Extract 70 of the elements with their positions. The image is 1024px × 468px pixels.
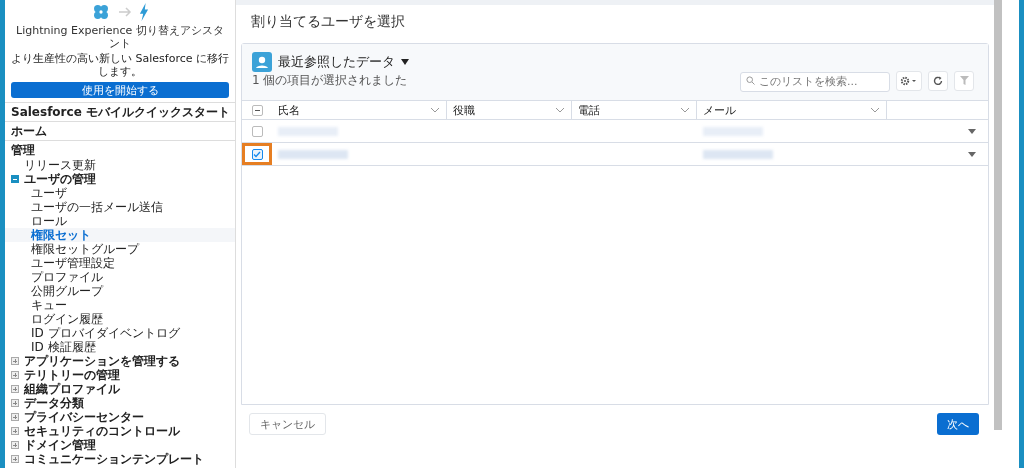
tree-child-item[interactable]: プロファイル [5, 270, 235, 284]
filter-button[interactable] [954, 70, 974, 91]
filter-icon [959, 76, 969, 86]
tree-child-item[interactable]: 公開グループ [5, 284, 235, 298]
refresh-button[interactable] [928, 70, 948, 91]
tree-item[interactable]: コミュニケーションテンプレート [24, 452, 204, 466]
cancel-button[interactable]: キャンセル [249, 413, 326, 435]
expand-toggle-icon[interactable] [11, 385, 19, 393]
chevron-down-icon [870, 107, 880, 113]
chevron-down-icon [555, 107, 565, 113]
expand-toggle-icon[interactable] [11, 455, 19, 463]
search-field[interactable]: このリストを検索... [740, 71, 890, 92]
tree-item[interactable]: ドメイン管理 [24, 438, 96, 452]
tree-child-item[interactable]: ログイン履歴 [5, 312, 235, 326]
row-actions-icon[interactable] [968, 128, 976, 134]
expand-toggle-icon[interactable] [11, 399, 19, 407]
next-button[interactable]: 次へ [937, 413, 979, 435]
row-checkbox[interactable] [251, 148, 263, 160]
blurred-email [703, 149, 773, 159]
row-checkbox[interactable] [251, 125, 263, 137]
column-header[interactable]: 役職 [447, 101, 572, 119]
search-icon [746, 75, 755, 85]
expand-toggle-icon[interactable] [11, 441, 19, 449]
lightning-icon [138, 3, 150, 21]
expand-toggle-icon[interactable] [11, 413, 19, 421]
start-button[interactable]: 使用を開始する [11, 82, 229, 98]
tree-child-item[interactable]: ユーザ [5, 186, 235, 200]
promo-description: より生産性の高い新しい Salesforce に移行します。 [11, 52, 229, 78]
tree-item[interactable]: テリトリーの管理 [24, 368, 120, 382]
refresh-icon [933, 75, 943, 86]
tree-item[interactable]: 組織プロファイル [24, 382, 120, 396]
tree-item[interactable]: アプリケーションを管理する [24, 354, 180, 368]
scrollbar[interactable] [994, 0, 1002, 430]
tree-child-item[interactable]: ユーザ管理設定 [5, 256, 235, 270]
expand-toggle-icon[interactable] [11, 427, 19, 435]
expand-toggle-icon[interactable] [11, 357, 19, 365]
promo-title: Lightning Experience 切り替えアシスタント [15, 24, 225, 50]
selection-status: 1 個の項目が選択されました [252, 72, 408, 90]
column-header[interactable]: メール [697, 101, 887, 119]
expand-toggle-icon[interactable] [11, 371, 19, 379]
tree-child-item[interactable]: ユーザの一括メール送信 [5, 200, 235, 214]
tree-child-item[interactable]: ID プロバイダイベントログ [5, 326, 235, 340]
tree-item[interactable]: リリース更新 [24, 158, 96, 172]
user-icon [252, 52, 272, 72]
tree-child-item[interactable]: キュー [5, 298, 235, 312]
chevron-down-icon [680, 107, 690, 113]
blurred-name [278, 149, 348, 159]
arrow-icon [118, 7, 132, 17]
dialog-title: 割り当てるユーザを選択 [251, 13, 406, 31]
column-header[interactable]: 電話 [572, 101, 697, 119]
gear-icon [900, 75, 918, 86]
tree-child-item[interactable]: ID 検証履歴 [5, 340, 235, 354]
tree-child-item[interactable]: ロール [5, 214, 235, 228]
select-all-checkbox[interactable] [251, 104, 263, 116]
chevron-down-icon [430, 107, 440, 113]
tree-item[interactable]: セキュリティのコントロール [24, 424, 180, 438]
tree-item[interactable]: プライバシーセンター [24, 410, 144, 424]
dropdown-caret-icon[interactable] [401, 59, 409, 65]
sidebar-link[interactable]: Salesforce モバイルクイックスタート [5, 103, 235, 122]
tree-item[interactable]: ユーザの管理 [24, 172, 96, 186]
tree-child-item[interactable]: 権限セット [5, 228, 235, 242]
tree-child-item[interactable]: 権限セットグループ [5, 242, 235, 256]
expand-toggle-icon[interactable] [11, 175, 19, 183]
list-view-name[interactable]: 最近参照したデータ [278, 53, 395, 71]
column-header[interactable]: 氏名 [272, 101, 447, 119]
settings-button[interactable] [896, 70, 922, 91]
sidebar-link[interactable]: ホーム [5, 122, 235, 141]
section-heading: 管理 [10, 142, 36, 158]
row-actions-icon[interactable] [968, 151, 976, 157]
tree-item[interactable]: データ分類 [24, 396, 84, 410]
